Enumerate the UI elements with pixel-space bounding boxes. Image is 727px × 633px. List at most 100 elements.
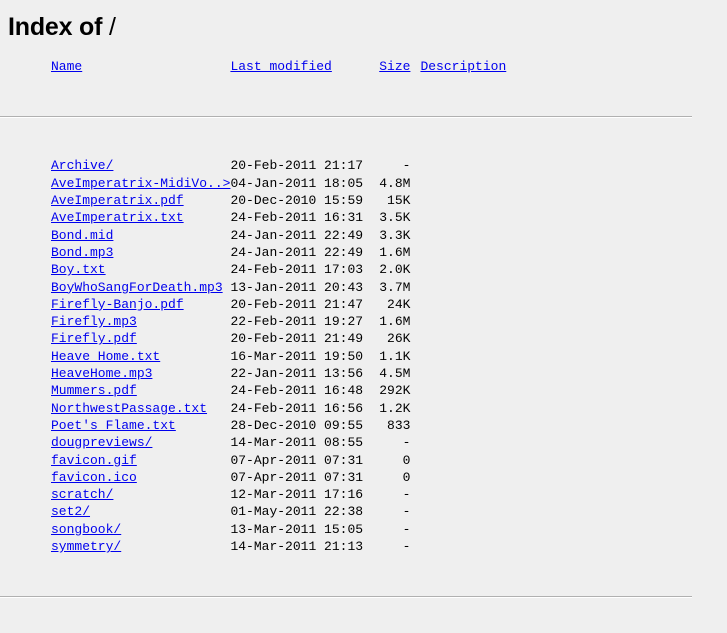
- sort-by-last-modified-link[interactable]: Last modified: [230, 59, 331, 74]
- row-last-modified: 07-Apr-2011 07:31: [230, 469, 364, 485]
- row-description: [410, 227, 692, 244]
- table-row: Bond.mp3 24-Jan-2011 22:49 1.6M: [0, 244, 692, 261]
- row-name-cell: Heave Home.txt: [0, 348, 230, 365]
- row-description: [410, 417, 692, 434]
- sort-by-size-link[interactable]: Size: [379, 59, 410, 74]
- row-name-cell: Poet's Flame.txt: [0, 417, 230, 434]
- table-row: Bond.mid 24-Jan-2011 22:49 3.3K: [0, 227, 692, 244]
- row-size: -: [402, 521, 411, 537]
- row-size: -: [402, 487, 411, 503]
- file-link[interactable]: NorthwestPassage.txt: [51, 401, 207, 416]
- file-link[interactable]: AveImperatrix.pdf: [51, 193, 184, 208]
- row-description: [410, 521, 692, 538]
- table-row: symmetry/14-Mar-2011 21:13 -: [0, 538, 692, 555]
- row-last-modified: 13-Mar-2011 15:05: [230, 521, 364, 537]
- file-link[interactable]: Bond.mp3: [51, 245, 113, 260]
- file-link[interactable]: Heave Home.txt: [51, 349, 160, 364]
- file-link[interactable]: songbook/: [51, 522, 121, 537]
- row-name-cell: AveImperatrix.pdf: [0, 192, 230, 209]
- row-last-modified: 12-Mar-2011 17:16: [230, 487, 364, 503]
- directory-index-page: Index of / Name Last modified Size Descr…: [0, 0, 727, 598]
- row-last-modified: 20-Dec-2010 15:59: [230, 193, 364, 209]
- table-row: AveImperatrix.txt 24-Feb-2011 16:31 3.5K: [0, 209, 692, 226]
- file-link[interactable]: HeaveHome.mp3: [51, 366, 152, 381]
- file-link[interactable]: Boy.txt: [51, 262, 106, 277]
- listing-body: Archive/20-Feb-2011 21:17 - AveImperatrix-…: [0, 157, 692, 555]
- row-description: [410, 209, 692, 226]
- header-rule-cell: [0, 77, 692, 157]
- row-size: 1.1K: [379, 348, 411, 364]
- row-description: [410, 469, 692, 486]
- row-size: 26K: [387, 331, 411, 347]
- row-size: -: [402, 435, 411, 451]
- column-header-date-cell: Last modified: [230, 58, 369, 77]
- row-description: [410, 296, 692, 313]
- file-link[interactable]: Mummers.pdf: [51, 383, 137, 398]
- row-name-cell: Bond.mp3: [0, 244, 230, 261]
- column-header-name-cell: Name: [0, 58, 230, 77]
- file-link[interactable]: dougpreviews/: [51, 435, 152, 450]
- file-link[interactable]: Archive/: [51, 158, 113, 173]
- row-description: [410, 279, 692, 296]
- file-link[interactable]: scratch/: [51, 487, 113, 502]
- row-description: [410, 244, 692, 261]
- row-last-modified: 20-Feb-2011 21:17: [230, 158, 364, 174]
- file-link[interactable]: Firefly.mp3: [51, 314, 137, 329]
- table-row: songbook/13-Mar-2011 15:05 -: [0, 521, 692, 538]
- row-name-cell: NorthwestPassage.txt: [0, 400, 230, 417]
- table-row: HeaveHome.mp3 22-Jan-2011 13:56 4.5M: [0, 365, 692, 382]
- row-name-cell: favicon.ico: [0, 469, 230, 486]
- table-row: Firefly.mp3 22-Feb-2011 19:27 1.6M: [0, 313, 692, 330]
- row-description: [410, 330, 692, 347]
- row-last-modified: 28-Dec-2010 09:55: [230, 417, 364, 433]
- table-row: AveImperatrix-MidiVo..> 04-Jan-2011 18:05…: [0, 175, 692, 192]
- sort-by-description-link[interactable]: Description: [420, 59, 506, 74]
- row-last-modified: 24-Feb-2011 17:03: [230, 262, 364, 278]
- table-row: Heave Home.txt 16-Mar-2011 19:50 1.1K: [0, 348, 692, 365]
- file-link[interactable]: favicon.ico: [51, 470, 137, 485]
- column-header-description-cell: Description: [410, 58, 692, 77]
- file-link[interactable]: AveImperatrix-MidiVo..>: [51, 176, 230, 191]
- row-size: -: [402, 539, 411, 555]
- row-size: 833: [387, 417, 411, 433]
- row-description: [410, 365, 692, 382]
- header-divider: [0, 115, 692, 118]
- row-description: [410, 348, 692, 365]
- row-last-modified: 24-Feb-2011 16:56: [230, 400, 364, 416]
- page-title-path: [102, 13, 109, 41]
- header-rule-row: [0, 77, 692, 157]
- row-last-modified: 20-Feb-2011 21:49: [230, 331, 364, 347]
- row-name-cell: AveImperatrix-MidiVo..>: [0, 175, 230, 192]
- row-name-cell: favicon.gif: [0, 452, 230, 469]
- row-description: [410, 503, 692, 520]
- file-link[interactable]: symmetry/: [51, 539, 121, 554]
- row-name-cell: Firefly.mp3: [0, 313, 230, 330]
- file-link[interactable]: Firefly-Banjo.pdf: [51, 297, 184, 312]
- row-last-modified: 16-Mar-2011 19:50: [230, 348, 364, 364]
- table-row: set2/01-May-2011 22:38 -: [0, 503, 692, 520]
- row-size: 4.8M: [379, 175, 411, 191]
- table-row: favicon.ico 07-Apr-2011 07:31 0: [0, 469, 692, 486]
- row-size: 3.5K: [379, 210, 411, 226]
- row-last-modified: 22-Feb-2011 19:27: [230, 314, 364, 330]
- file-link[interactable]: Poet's Flame.txt: [51, 418, 176, 433]
- file-link[interactable]: AveImperatrix.txt: [51, 210, 184, 225]
- table-row: BoyWhoSangForDeath.mp3 13-Jan-2011 20:43 3…: [0, 279, 692, 296]
- file-link[interactable]: BoyWhoSangForDeath.mp3: [51, 280, 223, 295]
- sort-by-name-link[interactable]: Name: [51, 59, 82, 74]
- file-link[interactable]: favicon.gif: [51, 453, 137, 468]
- table-row: Firefly-Banjo.pdf 20-Feb-2011 21:47 24K: [0, 296, 692, 313]
- file-link[interactable]: Firefly.pdf: [51, 331, 137, 346]
- row-size: 1.2K: [379, 400, 411, 416]
- table-row: AveImperatrix.pdf 20-Dec-2010 15:59 15K: [0, 192, 692, 209]
- file-link[interactable]: Bond.mid: [51, 228, 113, 243]
- page-title-text: Index of: [8, 13, 103, 41]
- table-row: Boy.txt 24-Feb-2011 17:03 2.0K: [0, 261, 692, 278]
- row-last-modified: 22-Jan-2011 13:56: [230, 366, 364, 382]
- header-row: Name Last modified Size Description: [0, 58, 692, 77]
- row-name-cell: Archive/: [0, 157, 230, 174]
- file-link[interactable]: set2/: [51, 504, 90, 519]
- row-name-cell: BoyWhoSangForDeath.mp3: [0, 279, 230, 296]
- footer-divider: [0, 595, 692, 598]
- row-description: [410, 400, 692, 417]
